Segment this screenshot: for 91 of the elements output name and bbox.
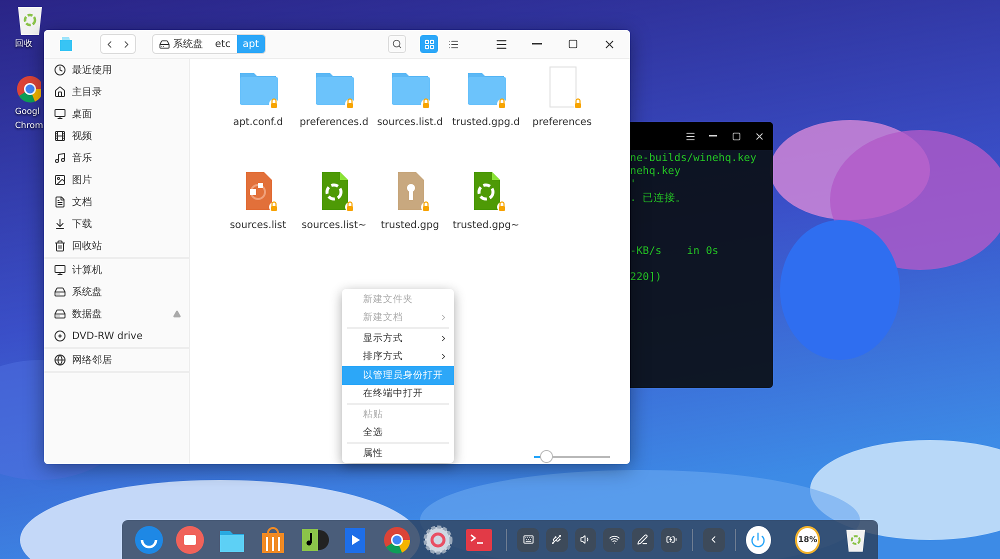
file-name: trusted.gpg [380,220,440,231]
launcher-icon[interactable] [134,524,164,554]
home-icon [54,86,66,98]
browser-icon[interactable] [382,524,412,554]
terminal-line: 220]) [630,270,663,284]
breadcrumb[interactable]: 系统盘 [153,35,209,53]
usb-button[interactable] [546,528,568,552]
battery-icon [666,534,677,545]
app-icon [58,36,74,52]
pen-icon [637,534,648,545]
sidebar-item[interactable]: 文档 [44,191,189,213]
minimize-icon [532,43,542,45]
sidebar-item[interactable]: 系统盘 [44,281,189,303]
keyboard-icon [522,534,534,545]
icon-label: Googl [15,106,40,118]
file-name: preferences.d [300,117,368,128]
sidebar-item[interactable]: 视频 [44,125,189,147]
document-icon [54,196,66,208]
drive-icon [54,286,66,298]
pen-button[interactable] [632,528,654,552]
grid-icon [424,38,434,50]
image-icon [54,174,66,186]
maximize-icon [568,39,578,49]
grid-view-button[interactable] [420,35,438,53]
menu-item[interactable]: 排序方式 [342,348,454,366]
search-button[interactable] [388,35,406,53]
battery-button[interactable] [660,528,682,552]
record-icon[interactable] [175,524,206,554]
menu-icon [494,38,508,50]
file-name: trusted.gpg~ [452,220,520,231]
icon-label: 回收 [15,38,33,50]
file-name: sources.list.d [377,117,443,128]
terminal-line: . 已连接。 [630,192,688,205]
sidebar-item[interactable]: 回收站 [44,235,189,257]
icon-size-slider[interactable] [534,450,610,463]
terminal-line: nehq.key [630,165,682,178]
file-name: sources.list~ [302,220,366,231]
menu-item[interactable]: 全选 [342,424,454,442]
battery-indicator[interactable]: 18% [794,526,820,554]
sidebar-item[interactable]: 图片 [44,169,189,191]
sidebar-item[interactable]: 计算机 [44,259,189,281]
keyboard-button[interactable] [517,528,539,552]
terminal-line: ne-builds/winehq.key [630,152,758,166]
sidebar-item[interactable]: 主目录 [44,81,189,103]
sidebar-item[interactable]: 网络邻居 [44,349,189,371]
terminal-line: ' [630,178,638,192]
file-name: sources.list [230,220,286,231]
volume-icon [580,534,591,545]
sidebar-item[interactable]: 下载 [44,213,189,235]
settings-icon[interactable] [422,524,453,554]
file-name: trusted.gpg.d [452,117,520,128]
chevron-right-icon [439,313,448,322]
wifi-button[interactable] [603,528,625,552]
wifi-icon [608,534,620,545]
trash-icon[interactable] [15,4,45,36]
usb-icon [551,534,562,545]
file-name: apt.conf.d [233,117,283,128]
close-icon [602,38,616,50]
sidebar-item[interactable]: 音乐 [44,147,189,169]
icon-label: Chrom [15,120,44,132]
terminal-line: -KB/s in 0s [630,244,720,258]
drive-icon [54,308,66,320]
film-icon [54,130,66,142]
sidebar-item[interactable]: DVD-RW drive [44,325,189,347]
disc-icon [54,330,66,342]
menu-item[interactable]: 显示方式 [342,329,454,348]
monitor-icon [54,108,66,120]
menu-icon [684,130,696,142]
maximize-icon [732,132,740,140]
sidebar-item[interactable]: 桌面 [44,103,189,125]
menu-item[interactable]: 属性 [342,444,454,462]
trash-icon [54,240,66,252]
clock-icon [54,64,66,76]
globe-icon [54,354,66,366]
power-button[interactable] [746,526,771,554]
browser-icon[interactable] [15,74,41,104]
menu-item[interactable]: 在终端中打开 [342,384,454,403]
close-icon [754,130,764,142]
slider-thumb[interactable] [540,450,554,463]
search-icon [392,39,402,49]
power-icon [750,532,766,548]
volume-button[interactable] [574,528,596,552]
music-icon [54,152,66,164]
minimize-icon [709,135,717,137]
file-name: preferences [532,117,592,128]
sidebar-item[interactable]: 最近使用 [44,59,189,81]
drive-icon [159,38,170,50]
download-icon [54,218,66,230]
breadcrumb[interactable]: etc [209,35,237,53]
monitor-icon [54,264,66,276]
sidebar-item[interactable]: 数据盘 [44,303,189,325]
